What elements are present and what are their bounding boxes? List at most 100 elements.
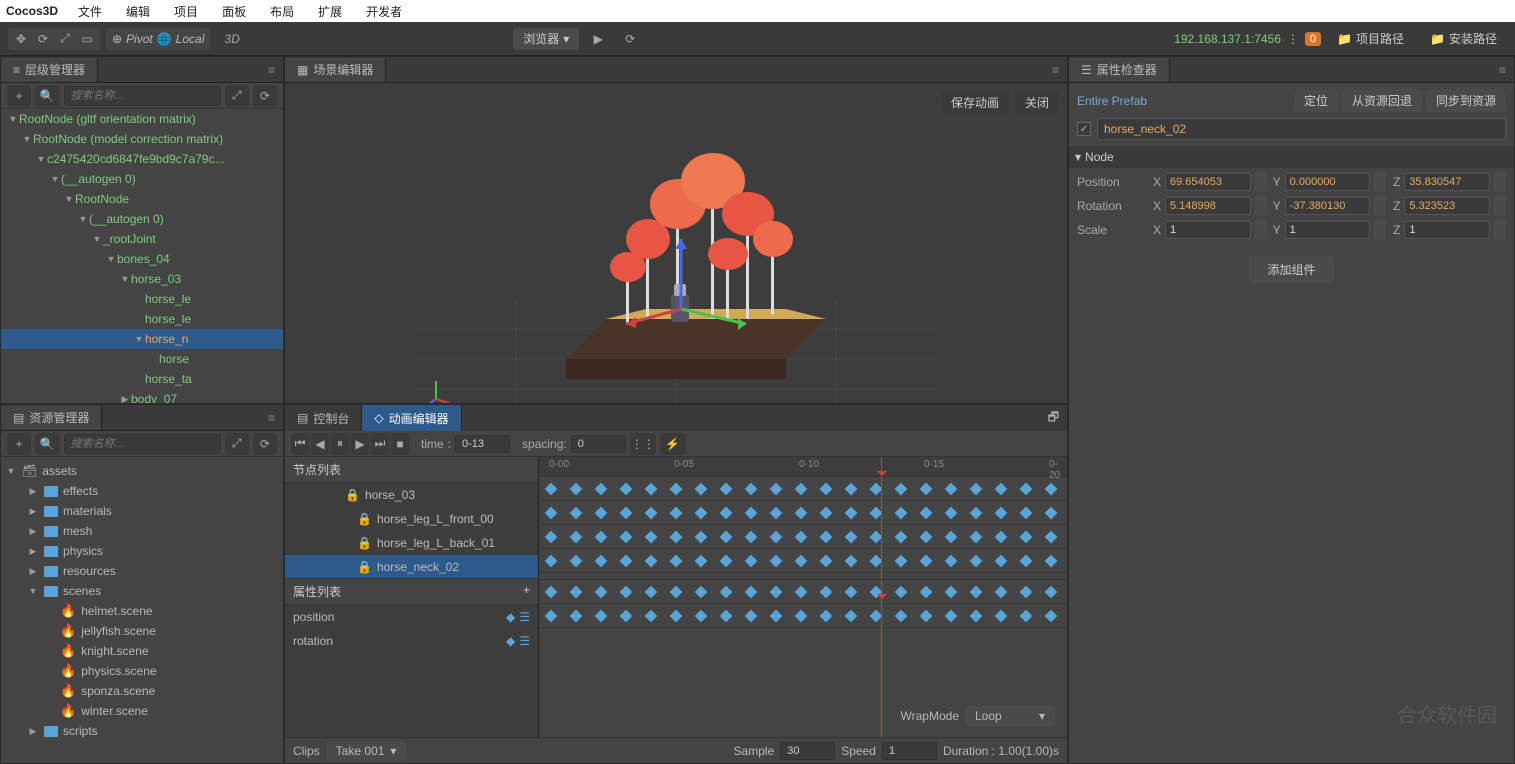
keyframe[interactable] [920, 530, 933, 543]
hierarchy-node[interactable]: horse [1, 349, 283, 369]
keyframe[interactable] [645, 530, 658, 543]
keyframe[interactable] [920, 585, 933, 598]
menu-extension[interactable]: 扩展 [308, 1, 352, 22]
globe-icon[interactable]: 🌐 [157, 32, 172, 46]
keyframe[interactable] [895, 554, 908, 567]
play-button[interactable]: ▶ [351, 433, 369, 455]
panel-menu-icon[interactable]: ≡ [1491, 63, 1514, 77]
keyframe[interactable] [945, 585, 958, 598]
keyframe-icon[interactable]: ◆ [506, 634, 515, 648]
viewport-3d[interactable]: 保存动画 关闭 [285, 83, 1067, 403]
add-component-button[interactable]: 添加组件 [1249, 256, 1333, 283]
search-icon[interactable]: 🔍 [35, 85, 59, 107]
spinner[interactable] [1374, 220, 1386, 240]
keyframe[interactable] [970, 530, 983, 543]
keyframe[interactable] [945, 554, 958, 567]
asset-scene-file[interactable]: 🔥physics.scene [5, 661, 279, 681]
node-section-header[interactable]: ▾Node [1069, 146, 1514, 168]
menu-edit[interactable]: 编辑 [116, 1, 160, 22]
keyframe[interactable] [545, 554, 558, 567]
hierarchy-node[interactable]: ▼bones_04 [1, 249, 283, 269]
animation-property-row[interactable]: position◆☰ [285, 605, 538, 629]
keyframe[interactable] [645, 609, 658, 622]
keyframe[interactable] [620, 585, 633, 598]
spinner[interactable] [1494, 220, 1506, 240]
asset-folder[interactable]: ▼scenes [5, 581, 279, 601]
menu-layout[interactable]: 布局 [260, 1, 304, 22]
assets-search-input[interactable] [64, 434, 221, 454]
keyframe[interactable] [695, 530, 708, 543]
keyframe[interactable] [945, 609, 958, 622]
keyframe[interactable] [795, 530, 808, 543]
assets-tab[interactable]: ▤资源管理器 [1, 406, 102, 430]
keyframe[interactable] [695, 554, 708, 567]
snapping-icon[interactable]: ⋮⋮ [630, 433, 656, 455]
keyframe[interactable] [920, 482, 933, 495]
sync-button[interactable]: 同步到资源 [1426, 89, 1506, 112]
animation-track[interactable]: 🔒horse_leg_L_front_00 [285, 507, 538, 531]
keyframe[interactable] [595, 554, 608, 567]
asset-scene-file[interactable]: 🔥winter.scene [5, 701, 279, 721]
hierarchy-node[interactable]: ▼RootNode [1, 189, 283, 209]
animation-tab[interactable]: ◇动画编辑器 [362, 405, 461, 431]
install-path-button[interactable]: 📁安装路径 [1420, 28, 1507, 50]
keyframe[interactable] [595, 482, 608, 495]
panel-restore-icon[interactable]: 🗗 [1040, 408, 1067, 429]
keyframe[interactable] [620, 482, 633, 495]
pivot-label[interactable]: Pivot [126, 32, 153, 46]
keyframe[interactable] [970, 506, 983, 519]
hierarchy-tab[interactable]: ≡层级管理器 [1, 58, 98, 82]
hierarchy-node[interactable]: ▼horse_n [1, 329, 283, 349]
keyframe[interactable] [1020, 609, 1033, 622]
keyframe[interactable] [670, 585, 683, 598]
keyframe[interactable] [645, 482, 658, 495]
list-icon[interactable]: ☰ [519, 634, 530, 648]
keyframe-lane[interactable] [539, 477, 1067, 501]
keyframe[interactable] [545, 530, 558, 543]
refresh-button[interactable]: ⟳ [617, 28, 643, 50]
keyframe[interactable] [720, 506, 733, 519]
revert-button[interactable]: 从资源回退 [1342, 89, 1422, 112]
keyframe[interactable] [670, 554, 683, 567]
asset-folder[interactable]: ▶resources [5, 561, 279, 581]
keyframe[interactable] [995, 506, 1008, 519]
keyframe[interactable] [770, 554, 783, 567]
playhead[interactable] [881, 580, 882, 737]
keyframe[interactable] [895, 506, 908, 519]
position-y-input[interactable] [1285, 173, 1371, 191]
spinner[interactable] [1494, 196, 1506, 216]
stop-button[interactable]: ■ [391, 433, 409, 455]
keyframe[interactable] [645, 554, 658, 567]
asset-scene-file[interactable]: 🔥jellyfish.scene [5, 621, 279, 641]
rotation-x-input[interactable] [1165, 197, 1251, 215]
position-z-input[interactable] [1404, 173, 1490, 191]
keyframe[interactable] [895, 530, 908, 543]
pause-button[interactable]: ⏸ [331, 433, 349, 455]
scale-x-input[interactable] [1165, 221, 1251, 239]
node-enabled-checkbox[interactable]: ✓ [1077, 122, 1091, 136]
scale-y-input[interactable] [1285, 221, 1371, 239]
menu-project[interactable]: 项目 [164, 1, 208, 22]
hierarchy-node[interactable]: ▼horse_03 [1, 269, 283, 289]
hierarchy-node[interactable]: ▼_rootJoint [1, 229, 283, 249]
menu-file[interactable]: 文件 [68, 1, 112, 22]
sample-input[interactable] [780, 742, 835, 760]
spinner[interactable] [1255, 196, 1267, 216]
keyframe[interactable] [545, 585, 558, 598]
hierarchy-node[interactable]: ▼(__autogen 0) [1, 169, 283, 189]
keyframe[interactable] [1045, 506, 1058, 519]
asset-folder[interactable]: ▶scripts [5, 721, 279, 741]
keyframe[interactable] [970, 609, 983, 622]
keyframe[interactable] [595, 585, 608, 598]
keyframe[interactable] [995, 530, 1008, 543]
play-button[interactable]: ▶ [585, 28, 611, 50]
keyframe[interactable] [895, 585, 908, 598]
rotation-z-input[interactable] [1404, 197, 1490, 215]
keyframe[interactable] [895, 482, 908, 495]
keyframe[interactable] [995, 585, 1008, 598]
assets-tree[interactable]: ▼🗃assets▶effects▶materials▶mesh▶physics▶… [1, 457, 283, 763]
keyframe-lane[interactable] [539, 549, 1067, 573]
keyframe[interactable] [970, 554, 983, 567]
keyframe[interactable] [620, 609, 633, 622]
keyframe[interactable] [670, 482, 683, 495]
